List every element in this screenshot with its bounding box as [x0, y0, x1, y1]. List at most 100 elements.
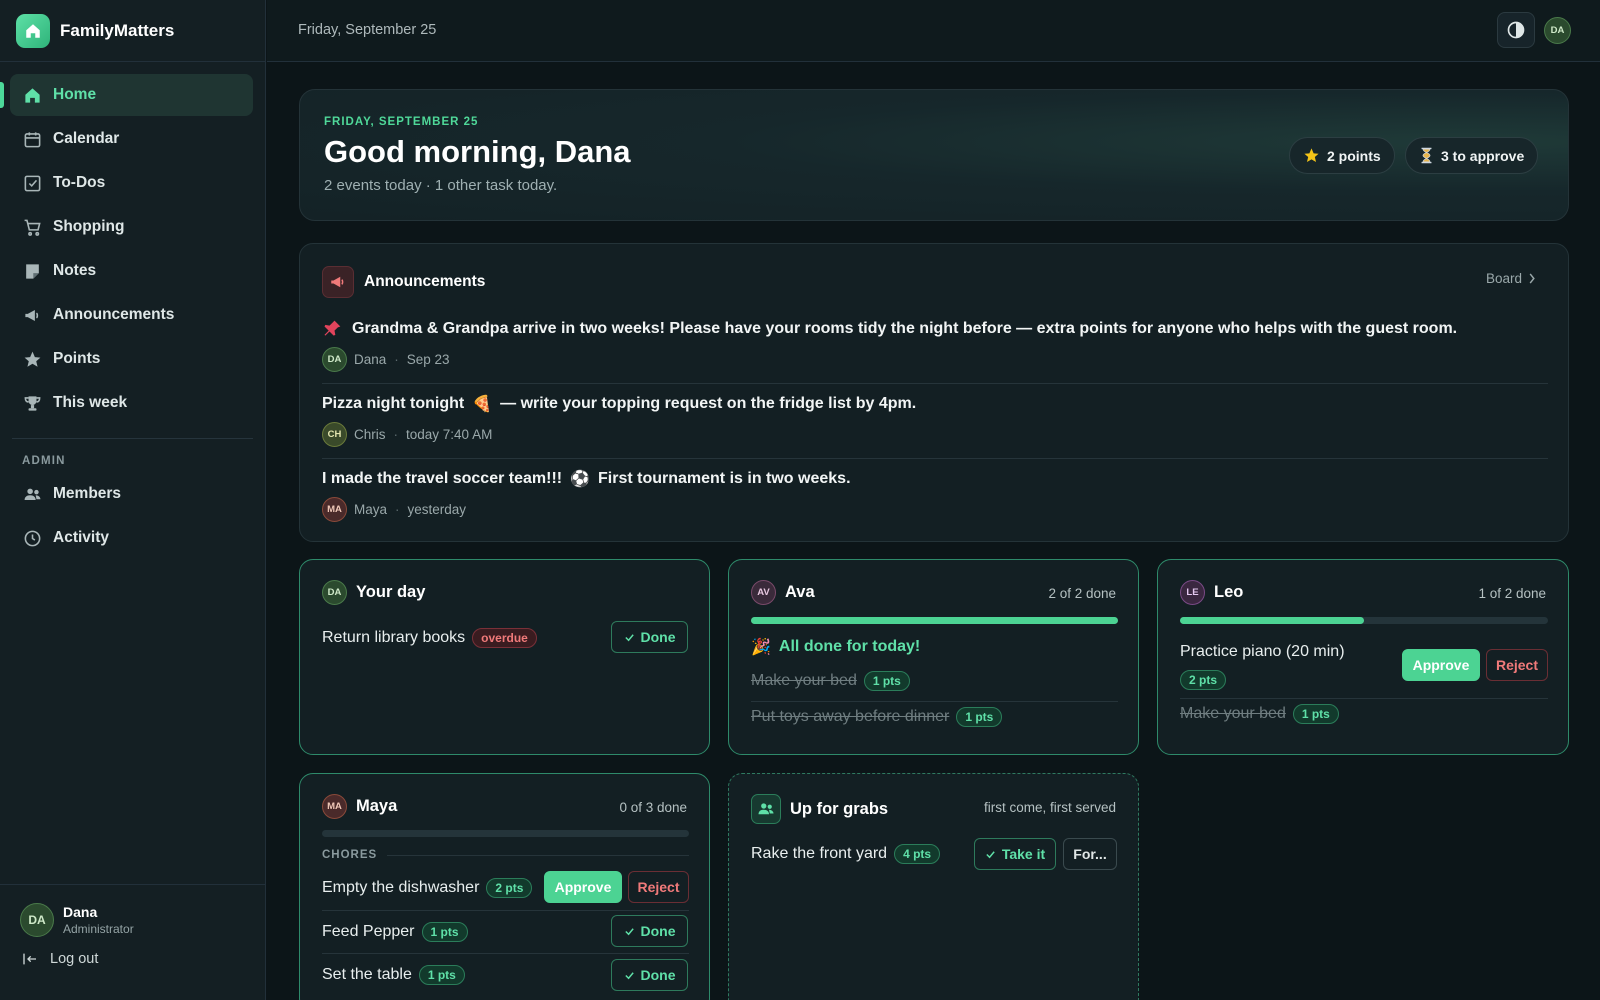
take-it-button[interactable]: Take it — [974, 838, 1056, 870]
announcement-author: Dana — [354, 352, 387, 367]
nav-item-members[interactable]: Members — [10, 473, 253, 515]
main-nav: Home Calendar To-Dos Shopping Notes Anno… — [0, 62, 265, 559]
avatar: CH — [322, 422, 347, 447]
progress-fill — [751, 617, 1118, 624]
check-icon — [624, 926, 635, 937]
card-title: Up for grabs — [790, 799, 889, 818]
nav-item-todos[interactable]: To-Dos — [10, 162, 253, 204]
overdue-badge: overdue — [472, 628, 537, 648]
approve-label: 3 to approve — [1441, 147, 1525, 164]
all-done-label: All done for today! — [778, 638, 921, 655]
done-button[interactable]: Done — [611, 959, 688, 991]
announcement-text: Grandma & Grandpa arrive in two weeks! P… — [352, 320, 1458, 337]
member-name: Leo — [1214, 583, 1244, 601]
announcement-item[interactable]: I made the travel soccer team!!! ⚽ First… — [322, 469, 1548, 522]
done-button[interactable]: Done — [611, 915, 688, 947]
hourglass-icon — [1419, 147, 1434, 164]
nav-item-this-week[interactable]: This week — [10, 382, 253, 424]
pizza-emoji: 🍕 — [472, 396, 493, 413]
nav-item-shopping[interactable]: Shopping — [10, 206, 253, 248]
announcement-text: Pizza night tonight — [322, 395, 465, 412]
nav-item-notes[interactable]: Notes — [10, 250, 253, 292]
announcement-text-rest: First tournament is in two weeks. — [598, 470, 851, 487]
section-label: CHORES — [322, 849, 378, 861]
nav-label: Home — [53, 86, 97, 103]
task-name: Put toys away before dinner — [751, 708, 950, 725]
points-badge: 1 pts — [863, 671, 910, 691]
calendar-icon — [22, 129, 42, 149]
points-badge: 2 pts — [486, 878, 533, 898]
star-icon — [1303, 147, 1320, 164]
theme-toggle-button[interactable] — [1497, 12, 1535, 48]
task-name: Set the table — [322, 966, 412, 983]
approve-pill[interactable]: 3 to approve — [1405, 137, 1539, 174]
megaphone-icon — [322, 266, 354, 298]
reject-button[interactable]: Reject — [1486, 649, 1548, 681]
announcement-text-rest: — write your topping request on the frid… — [500, 395, 917, 412]
approve-button[interactable]: Approve — [1402, 649, 1480, 681]
logout-icon — [22, 951, 38, 967]
megaphone-icon — [22, 305, 42, 325]
your-day-card: DA Your day Return library books overdue… — [299, 559, 710, 755]
task-item: Rake the front yard 4 pts — [751, 844, 941, 864]
nav-item-home[interactable]: Home — [0, 74, 253, 116]
task-points: 2 pts — [1173, 670, 1227, 690]
task-item: Return library books overdue — [322, 628, 537, 648]
nav-item-points[interactable]: Points — [10, 338, 253, 380]
nav-label: Notes — [53, 262, 97, 279]
all-done-message: 🎉 All done for today! — [751, 637, 920, 657]
board-link-label: Board — [1485, 271, 1522, 286]
check-icon — [985, 849, 996, 860]
points-badge: 1 pts — [421, 922, 468, 942]
divider — [751, 701, 1118, 702]
task-name: Return library books — [322, 629, 466, 646]
nav-label: This week — [53, 394, 128, 411]
nav-label: Points — [53, 350, 101, 367]
sidebar-footer: DA Dana Administrator Log out — [0, 884, 266, 1000]
announcements-title: Announcements — [364, 273, 486, 290]
home-icon — [22, 85, 42, 105]
done-button[interactable]: Done — [611, 621, 688, 653]
board-link[interactable]: Board — [1486, 271, 1536, 286]
announcement-item[interactable]: Grandma & Grandpa arrive in two weeks! P… — [322, 319, 1548, 372]
nav-item-announcements[interactable]: Announcements — [10, 294, 253, 336]
progress-bar — [1180, 617, 1548, 624]
points-badge: 4 pts — [894, 844, 941, 864]
divider — [322, 458, 1548, 459]
users-icon — [751, 794, 781, 824]
take-it-label: Take it — [1001, 846, 1046, 862]
task-name: Practice piano (20 min) — [1180, 643, 1345, 660]
card-title: Your day — [356, 583, 426, 601]
announcement-time: today 7:40 AM — [406, 427, 493, 442]
date-kicker: FRIDAY, SEPTEMBER 25 — [324, 116, 479, 128]
progress-bar — [322, 830, 689, 837]
chevron-right-icon — [1528, 273, 1536, 284]
assign-for-button[interactable]: For... — [1063, 838, 1117, 870]
reject-button[interactable]: Reject — [628, 871, 689, 903]
note-icon — [22, 261, 42, 281]
announcement-author: Chris — [354, 427, 386, 442]
party-icon: 🎉 — [751, 639, 771, 656]
user-role: Administrator — [63, 922, 134, 936]
announcement-author: Maya — [354, 502, 388, 517]
announcement-item[interactable]: Pizza night tonight 🍕 — write your toppi… — [322, 394, 1548, 447]
avatar: DA — [322, 580, 347, 605]
nav-label: Members — [53, 485, 122, 502]
task-name: Empty the dishwasher — [322, 879, 480, 896]
up-for-grabs-card: Up for grabs first come, first served Ra… — [728, 773, 1139, 1000]
nav-item-activity[interactable]: Activity — [10, 517, 253, 559]
nav-label: Announcements — [53, 306, 175, 323]
user-avatar-button[interactable]: DA — [1544, 17, 1571, 44]
points-pill[interactable]: 2 points — [1289, 137, 1395, 174]
logout-label: Log out — [50, 951, 99, 967]
member-name: Ava — [785, 583, 815, 601]
brand: FamilyMatters — [0, 0, 265, 62]
nav-item-calendar[interactable]: Calendar — [10, 118, 253, 160]
announcement-time: Sep 23 — [406, 352, 450, 367]
points-label: 2 points — [1327, 147, 1381, 164]
nav-divider — [12, 438, 253, 439]
points-badge: 1 pts — [956, 707, 1003, 727]
current-user[interactable]: DA Dana Administrator — [0, 903, 266, 937]
approve-button[interactable]: Approve — [544, 871, 622, 903]
logout-button[interactable]: Log out — [0, 951, 266, 967]
